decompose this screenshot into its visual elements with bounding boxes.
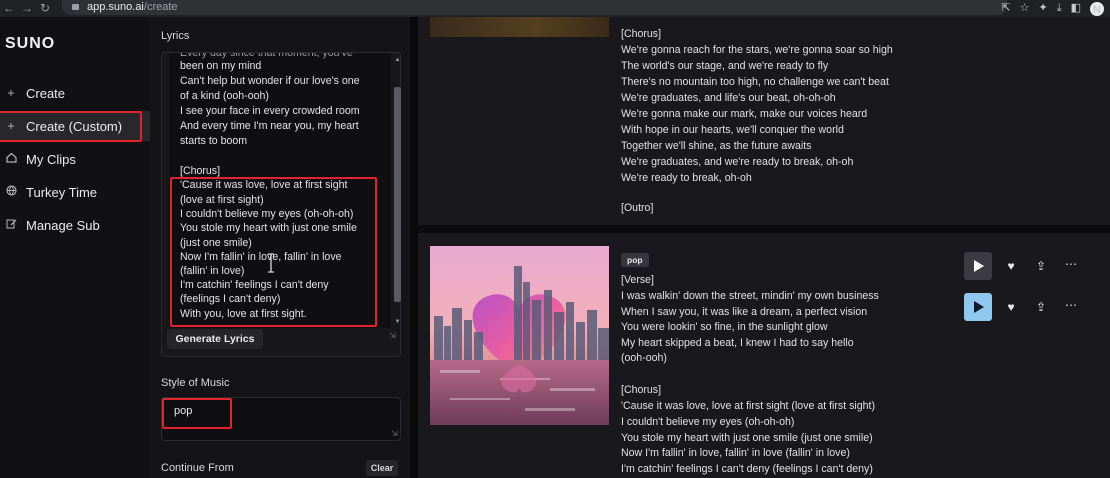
clip-lyrics-line: [Chorus]	[621, 28, 662, 40]
resize-grip-icon[interactable]: ⇲	[389, 332, 396, 340]
star-icon[interactable]: ☆	[1020, 0, 1030, 17]
highlight-box-style	[162, 398, 232, 429]
download-icon[interactable]: ⤓	[1057, 0, 1062, 17]
lyrics-line: been on my mind	[180, 60, 262, 72]
lyrics-line-partial: Every day since that moment, you've	[180, 53, 353, 59]
sidebar-item-my-clips[interactable]: My Clips	[0, 144, 150, 174]
clip-lyrics-line: I couldn't believe my eyes (oh-oh-oh)	[621, 416, 795, 428]
lock-icon	[72, 3, 79, 10]
clip-lyrics-line: [Verse]	[621, 274, 654, 286]
play-icon	[974, 301, 984, 313]
lyrics-line: [Chorus]	[180, 165, 221, 177]
lyrics-line: starts to boom	[180, 135, 248, 147]
browser-actions: ⇱ ☆ ✦ ⤓ ◧ N	[1001, 0, 1104, 17]
heart-icon[interactable]: ♥	[1003, 300, 1019, 314]
url-path: /create	[143, 0, 178, 13]
clip-lyrics-line: We're graduates, and life's our beat, oh…	[621, 92, 836, 104]
heart-icon[interactable]: ♥	[1003, 259, 1019, 273]
sidebar-item-manage-sub[interactable]: Manage Sub	[0, 210, 150, 240]
sidebar-item-turkey-time[interactable]: Turkey Time	[0, 177, 150, 207]
play-button[interactable]	[964, 293, 992, 321]
clip-lyrics-line: I was walkin' down the street, mindin' m…	[621, 290, 879, 302]
sidebar-item-label: Turkey Time	[26, 184, 98, 200]
resize-grip-icon[interactable]: ⇲	[391, 430, 398, 438]
style-of-music-label: Style of Music	[161, 377, 230, 389]
clip-lyrics-line: My heart skipped a beat, I knew I had to…	[621, 337, 854, 349]
panel-divider	[410, 17, 418, 478]
continue-from-label: Continue From	[161, 462, 234, 474]
clip-lyrics-line: We're gonna reach for the stars, we're g…	[621, 44, 893, 56]
clip-lyrics-line: We're graduates, and we're ready to brea…	[621, 156, 854, 168]
sidebar-item-label: Create	[26, 85, 66, 101]
suno-logo[interactable]: SUNO	[5, 35, 55, 53]
clip-lyrics-line: The world's our stage, and we're ready t…	[621, 60, 829, 72]
sidebar-item-label: My Clips	[26, 151, 76, 167]
scroll-thumb[interactable]	[394, 87, 401, 302]
share-icon[interactable]: ⇪	[1033, 300, 1049, 314]
lyrics-line: And every time I'm near you, my heart	[180, 120, 359, 132]
url-host: app.suno.ai	[87, 0, 144, 13]
generate-lyrics-button[interactable]: Generate Lyrics	[167, 329, 263, 349]
profile-avatar[interactable]: N	[1090, 1, 1104, 16]
clip-lyrics-line: [Outro]	[621, 202, 654, 214]
clip-lyrics-line: You stole my heart with just one smile (…	[621, 432, 873, 444]
forward-icon[interactable]: →	[18, 0, 36, 17]
sidebar-item-create[interactable]: + Create	[0, 78, 150, 108]
lyrics-line: I see your face in every crowded room	[180, 105, 360, 117]
more-icon[interactable]: ⋯	[1063, 298, 1079, 312]
clip-lyrics-line: Now I'm fallin' in love, fallin' in love…	[621, 447, 850, 459]
scroll-up-icon[interactable]: ▲	[394, 57, 401, 63]
clip-lyrics-line: (ooh-ooh)	[621, 352, 667, 364]
home-icon	[4, 152, 18, 166]
clip-lyrics-line: [Chorus]	[621, 384, 662, 396]
highlight-box-create-custom	[0, 111, 142, 142]
more-icon[interactable]: ⋯	[1063, 257, 1079, 271]
lyrics-scrollbar[interactable]: ▲ ▼	[392, 57, 402, 327]
edit-icon	[4, 218, 18, 232]
play-button[interactable]	[964, 252, 992, 280]
browser-toolbar: ← → ↻ app.suno.ai/create ⇱ ☆ ✦ ⤓ ◧ N	[0, 0, 1110, 17]
highlight-box-chorus	[170, 177, 377, 327]
lyrics-label: Lyrics	[161, 30, 190, 42]
clip-cover-image[interactable]	[430, 246, 609, 425]
globe-icon	[4, 185, 18, 199]
window-icon[interactable]: ◧	[1071, 0, 1081, 17]
sidebar-item-label: Manage Sub	[26, 217, 100, 233]
clip-thumbnail[interactable]	[430, 17, 609, 37]
reload-icon[interactable]: ↻	[36, 0, 54, 17]
clip-lyrics-line: Together we'll shine, as the future awai…	[621, 140, 812, 152]
sidebar: SUNO + Create + Create (Custom) My Clips…	[0, 17, 150, 478]
clip-lyrics-line: There's no mountain too high, no challen…	[621, 76, 889, 88]
clip-lyrics-line: When I saw you, it was like a dream, a p…	[621, 306, 868, 318]
share-icon[interactable]: ⇱	[1001, 0, 1010, 17]
style-tag-pop[interactable]: pop	[621, 253, 649, 267]
clip-lyrics-line: With hope in our hearts, we'll conquer t…	[621, 124, 844, 136]
clip-lyrics-line: You were lookin' so fine, in the sunligh…	[621, 321, 828, 333]
extensions-icon[interactable]: ✦	[1039, 0, 1048, 17]
clip-lyrics-line: We're gonna make our mark, make our voic…	[621, 108, 868, 120]
clip-lyrics-line: 'Cause it was love, love at first sight …	[621, 400, 876, 412]
back-icon[interactable]: ←	[0, 0, 18, 17]
clip-lyrics-line: I'm catchin' feelings I can't deny (feel…	[621, 463, 873, 475]
address-bar[interactable]: app.suno.ai/create	[62, 0, 1007, 15]
play-icon	[974, 260, 984, 272]
clip-card: [Chorus] We're gonna reach for the stars…	[418, 17, 1110, 225]
clip-lyrics-line: We're ready to break, oh-oh	[621, 172, 752, 184]
clear-button[interactable]: Clear	[366, 460, 398, 476]
lyrics-line: of a kind (ooh-ooh)	[180, 90, 269, 102]
lyrics-line: Can't help but wonder if our love's one	[180, 75, 360, 87]
create-form-panel: Lyrics Every day since that moment, you'…	[150, 17, 410, 478]
share-icon[interactable]: ⇪	[1033, 259, 1049, 273]
clips-feed: [Chorus] We're gonna reach for the stars…	[418, 17, 1110, 478]
scroll-down-icon[interactable]: ▼	[394, 319, 401, 325]
plus-icon: +	[7, 86, 15, 100]
